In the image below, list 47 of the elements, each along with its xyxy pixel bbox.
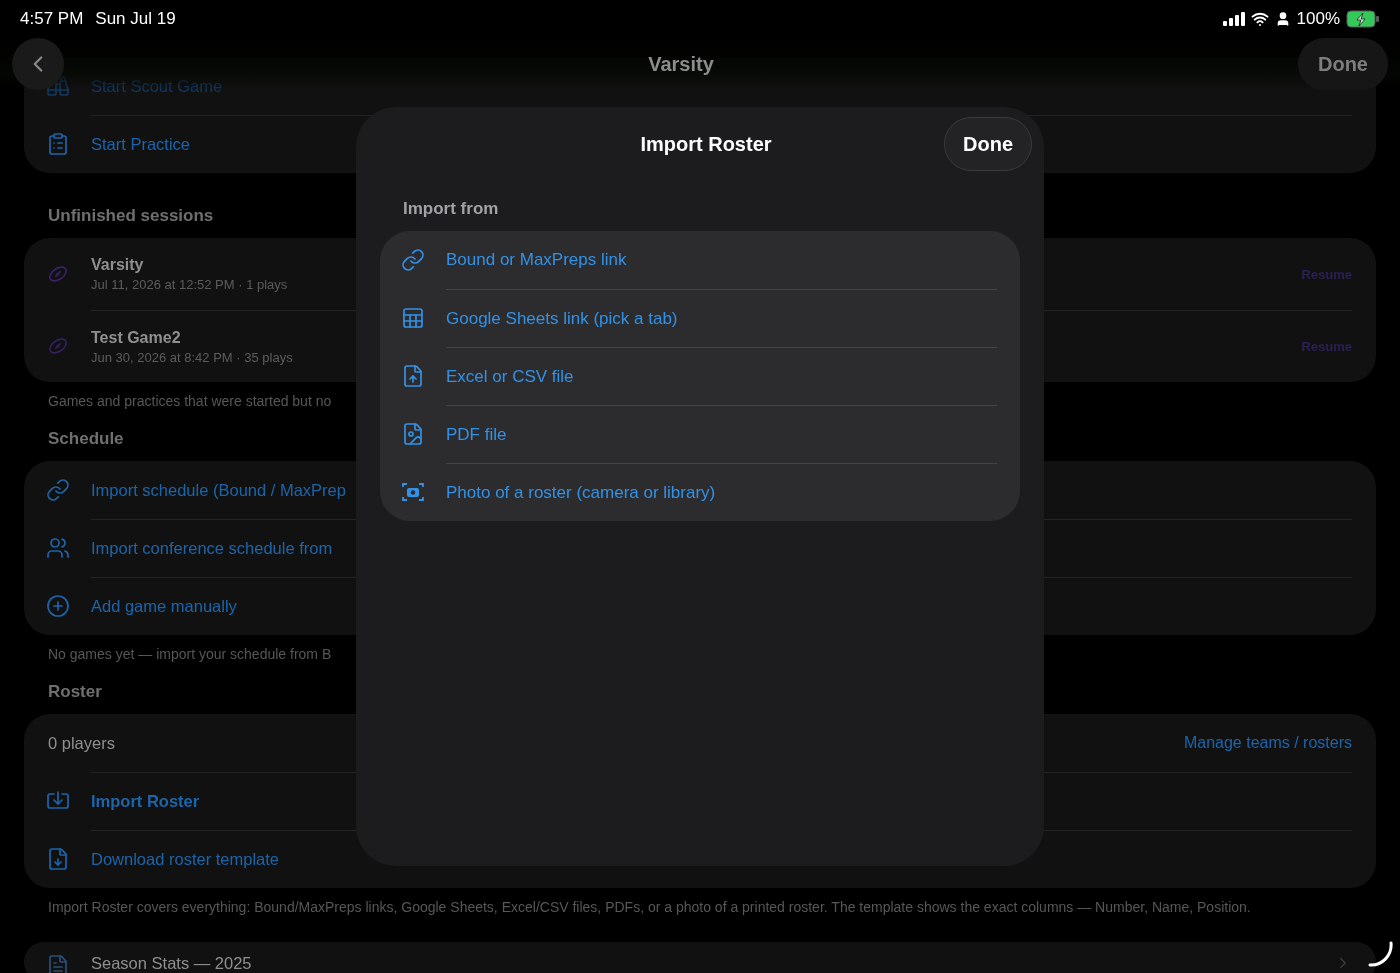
loading-arc-icon xyxy=(1368,941,1394,967)
football-icon xyxy=(46,335,69,357)
player-count: 0 players xyxy=(48,733,115,753)
done-button[interactable]: Done xyxy=(1298,38,1388,90)
back-button[interactable] xyxy=(12,38,64,90)
season-stats-label[interactable]: Season Stats — 2025 xyxy=(91,954,252,973)
binoculars-icon xyxy=(45,74,70,98)
page-title: Varsity xyxy=(648,52,714,76)
sheet-title: Import Roster xyxy=(640,132,772,156)
session-title: Test Game2 xyxy=(91,328,182,347)
section-footer: No games yet — import your schedule from B xyxy=(48,646,332,662)
people-icon xyxy=(45,536,70,560)
session-details: Jul 11, 2026 at 12:52 PM · 1 plays xyxy=(91,277,288,292)
action-link[interactable]: Download roster template xyxy=(91,850,279,869)
link-icon xyxy=(45,478,70,502)
wifi-icon xyxy=(1250,10,1269,28)
manage-link[interactable]: Manage teams / rosters xyxy=(1183,734,1352,752)
battery-percent: 100% xyxy=(1296,9,1340,29)
section-header: Roster xyxy=(48,682,102,701)
group-label: Import from xyxy=(402,198,500,220)
done-button[interactable]: Done xyxy=(944,117,1032,171)
import-option[interactable]: PDF file xyxy=(446,424,507,445)
file-upload-icon xyxy=(401,364,425,388)
section-footer: Import Roster covers everything: Bound/MaxPreps links, Google Sheets, Excel/CSV files, PDFs, or a photo of a printed roster. The template shows the exact columns — Number, Name, Position. xyxy=(48,899,1251,915)
link-icon xyxy=(401,248,425,272)
section-footer: Games and practices that were started but no xyxy=(48,393,332,409)
action-link[interactable]: Add game manually xyxy=(91,597,237,616)
action-link[interactable]: Import conference schedule from xyxy=(91,539,333,558)
action-link[interactable]: Import Roster xyxy=(91,792,200,811)
status-time: 4:57 PM xyxy=(20,9,84,29)
session-details: Jun 30, 2026 at 8:42 PM · 35 plays xyxy=(91,349,293,365)
plus-circle-icon xyxy=(45,594,70,618)
import-option[interactable]: Google Sheets link (pick a tab) xyxy=(446,308,678,329)
football-icon xyxy=(46,263,69,285)
action-link[interactable]: Start Practice xyxy=(91,135,191,154)
import-option[interactable]: Bound or MaxPreps link xyxy=(446,250,627,270)
camera-scan-icon xyxy=(401,481,425,503)
section-header: Schedule xyxy=(48,429,124,448)
file-image-icon xyxy=(401,422,425,446)
status-date: Sun Jul 19 xyxy=(95,9,176,29)
table-icon xyxy=(401,306,425,330)
import-option[interactable]: Excel or CSV file xyxy=(446,366,574,387)
action-link[interactable]: Import schedule (Bound / MaxPrep xyxy=(91,480,346,500)
session-title: Varsity xyxy=(91,256,145,274)
section-header: Unfinished sessions xyxy=(48,206,214,225)
signal-icon xyxy=(1222,12,1245,26)
import-option[interactable]: Photo of a roster (camera or library) xyxy=(446,482,716,503)
